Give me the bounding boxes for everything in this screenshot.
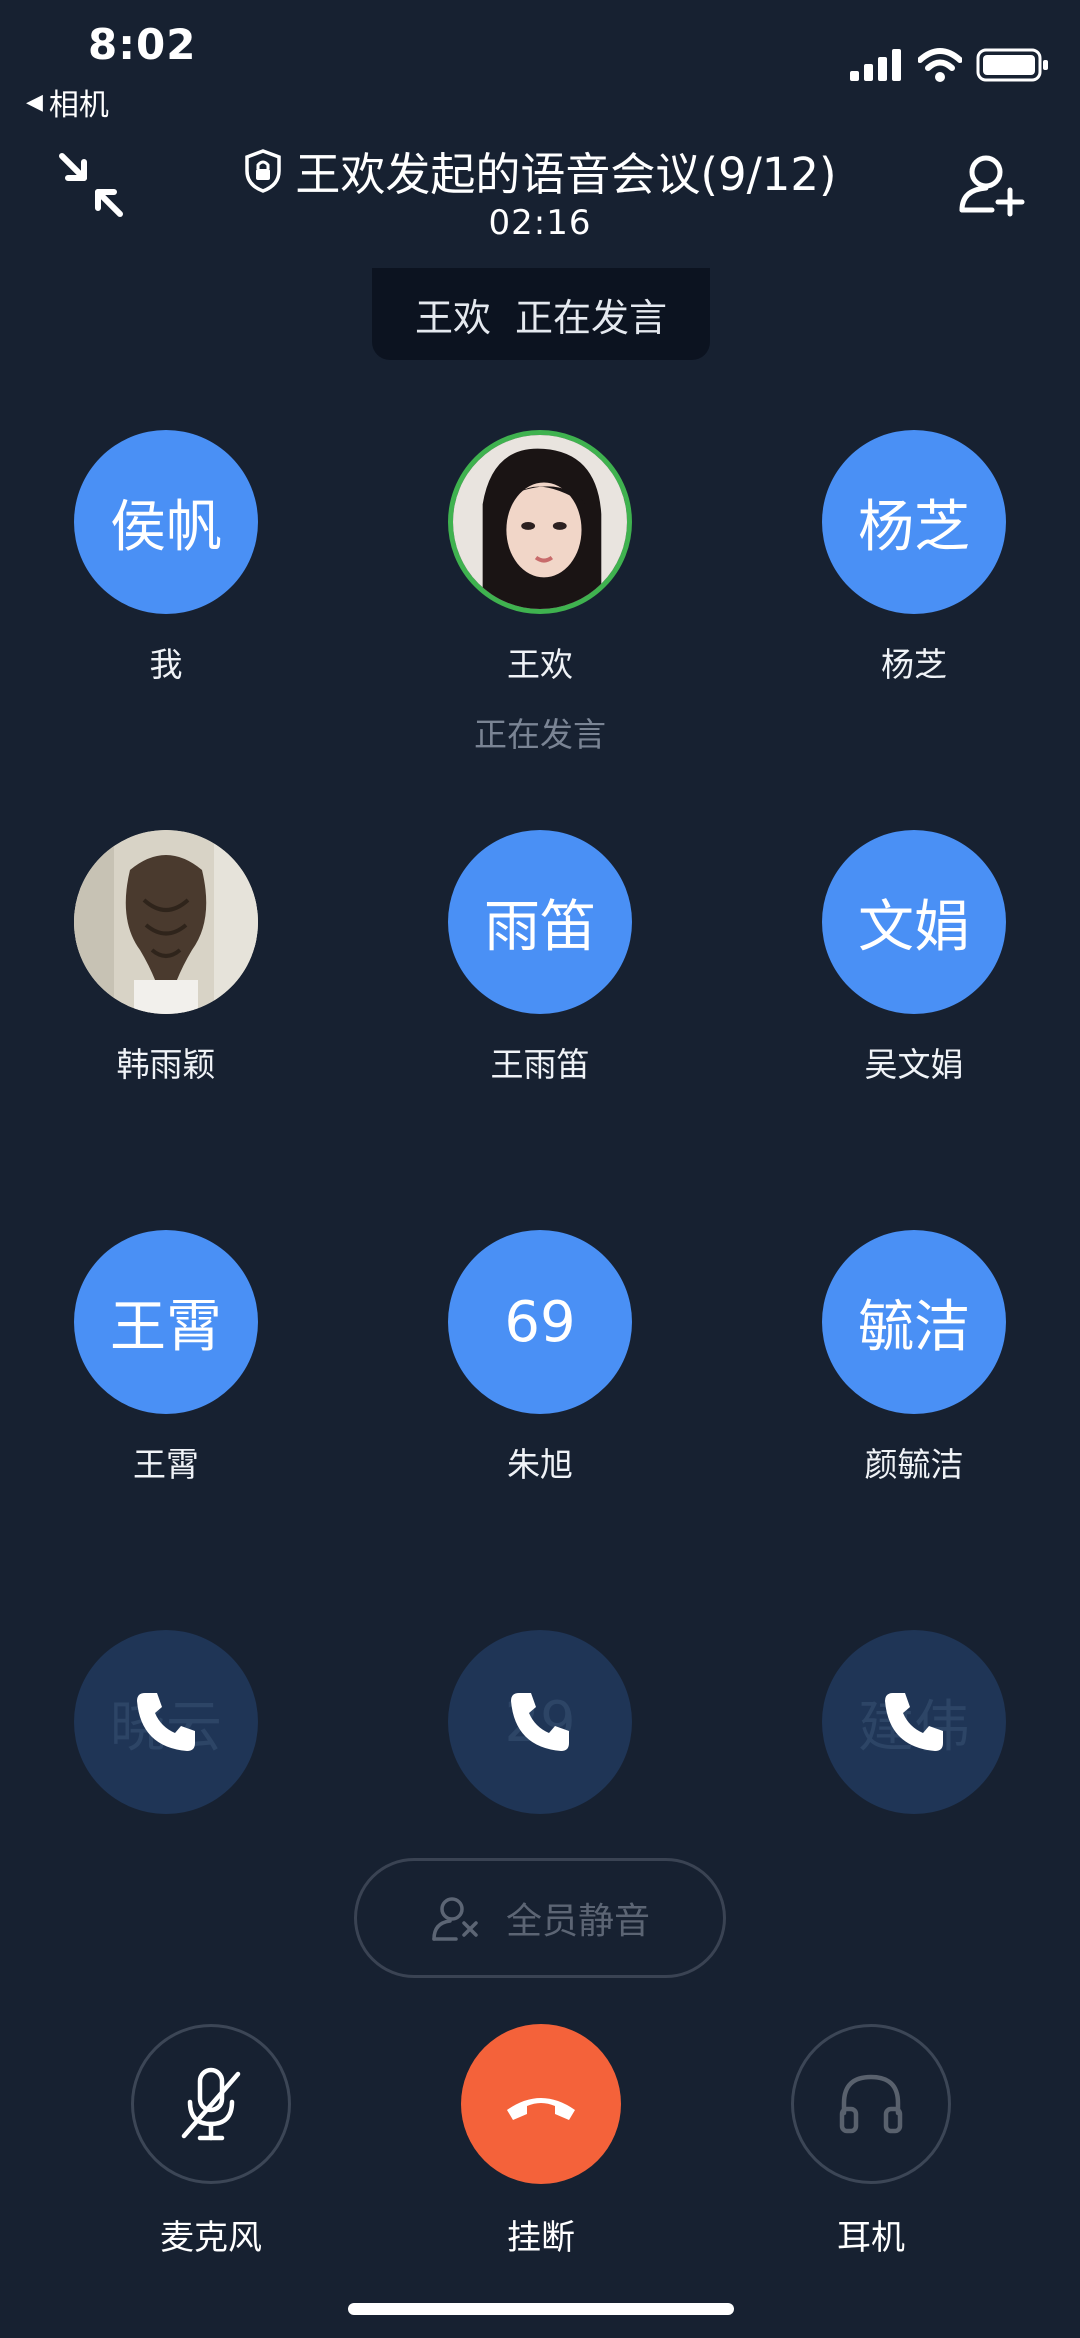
headset-toggle-button[interactable]	[791, 2024, 951, 2184]
battery-icon	[976, 48, 1048, 82]
calling-avatar: 29	[448, 1630, 632, 1814]
active-speaker-banner: 王欢 正在发言	[372, 268, 710, 360]
calling-participant-tile[interactable]: 29	[430, 1630, 650, 1814]
lock-icon	[245, 148, 282, 193]
participant-name: 韩雨颖	[116, 1045, 216, 1084]
participant-tile[interactable]: 雨笛 王雨笛	[430, 830, 650, 1086]
hangup-button[interactable]	[461, 2024, 621, 2184]
participant-name: 朱旭	[507, 1445, 573, 1484]
add-user-icon	[959, 155, 1025, 217]
active-speaker-name: 王欢	[414, 295, 491, 340]
participant-tile[interactable]: 毓洁 颜毓洁	[804, 1230, 1024, 1486]
phone-icon	[511, 1693, 569, 1751]
mute-all-icon	[432, 1897, 478, 1941]
active-speaker-status: 正在发言	[515, 295, 668, 340]
hangup-control[interactable]: 挂断	[456, 2024, 626, 2259]
signal-icon	[850, 49, 901, 81]
participant-avatar: 杨芝	[822, 430, 1006, 614]
participant-tile[interactable]: 王欢 正在发言	[430, 430, 650, 756]
participant-tile[interactable]: 韩雨颖	[56, 830, 276, 1086]
call-header: 王欢发起的语音会议(9/12) 02:16	[0, 138, 1080, 243]
participant-name: 王欢	[507, 645, 573, 684]
headset-label: 耳机	[837, 2218, 905, 2258]
headset-control[interactable]: 耳机	[786, 2024, 956, 2259]
participant-avatar: 侯帆	[74, 430, 258, 614]
status-time: 8:02	[88, 20, 197, 69]
calling-avatar: 建伟	[822, 1630, 1006, 1814]
hangup-icon	[507, 2098, 575, 2120]
mute-all-button[interactable]: 全员静音	[354, 1858, 726, 1978]
call-timer: 02:16	[488, 203, 592, 243]
participant-tile[interactable]: 文娟 吴文娟	[804, 830, 1024, 1086]
participant-avatar: 雨笛	[448, 830, 632, 1014]
participant-tile[interactable]: 杨芝 杨芝	[804, 430, 1024, 686]
participant-name: 杨芝	[881, 645, 947, 684]
microphone-control[interactable]: 麦克风	[126, 2024, 296, 2259]
participant-tile[interactable]: 王霄 王霄	[56, 1230, 276, 1486]
calling-participant-tile[interactable]: 晓云	[56, 1630, 276, 1814]
participant-tile[interactable]: 69 朱旭	[430, 1230, 650, 1486]
person-photo-icon	[74, 830, 258, 1014]
home-indicator[interactable]	[348, 2303, 734, 2315]
participant-avatar: 王霄	[74, 1230, 258, 1414]
participant-photo-avatar	[74, 830, 258, 1014]
participant-avatar: 毓洁	[822, 1230, 1006, 1414]
person-photo-icon	[453, 435, 627, 609]
add-participant-button[interactable]	[956, 150, 1028, 222]
participant-name: 王雨笛	[490, 1045, 590, 1084]
microphone-toggle-button[interactable]	[131, 2024, 291, 2184]
calling-avatar: 晓云	[74, 1630, 258, 1814]
system-status-icons	[850, 48, 1050, 82]
phone-icon	[137, 1693, 195, 1751]
hangup-label: 挂断	[507, 2218, 575, 2258]
mute-all-label: 全员静音	[505, 1901, 650, 1942]
wifi-icon	[918, 48, 962, 82]
participant-name: 颜毓洁	[864, 1445, 964, 1484]
call-title-text: 王欢发起的语音会议(9/12)	[295, 148, 837, 201]
back-app-label: 相机	[48, 88, 109, 123]
participant-speaking-status: 正在发言	[474, 715, 606, 754]
headset-icon	[839, 2074, 903, 2134]
calling-participant-tile[interactable]: 建伟	[804, 1630, 1024, 1814]
participant-name: 我	[149, 645, 183, 684]
microphone-label: 麦克风	[160, 2218, 262, 2258]
participant-avatar: 69	[448, 1230, 632, 1414]
participant-name: 王霄	[133, 1445, 199, 1484]
back-triangle-icon: ◀	[26, 89, 43, 115]
phone-icon	[885, 1693, 943, 1751]
participant-name: 吴文娟	[864, 1045, 964, 1084]
call-title: 王欢发起的语音会议(9/12)	[243, 138, 837, 203]
mic-off-icon	[181, 2067, 241, 2141]
participant-photo-avatar	[448, 430, 632, 614]
participant-tile[interactable]: 侯帆 我	[56, 430, 276, 686]
participant-avatar: 文娟	[822, 830, 1006, 1014]
back-to-app-link[interactable]: ◀ 相机	[26, 80, 109, 124]
